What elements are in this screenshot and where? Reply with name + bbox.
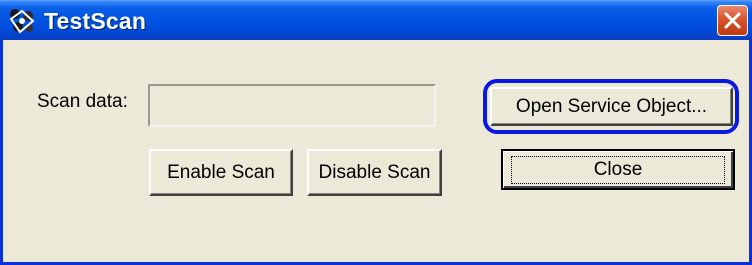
scan-data-field[interactable]: [148, 84, 436, 127]
window-close-button[interactable]: [717, 5, 748, 36]
disable-scan-button[interactable]: Disable Scan: [307, 149, 442, 196]
window-title: TestScan: [44, 8, 147, 34]
close-button-label: Close: [511, 155, 725, 184]
close-button[interactable]: Close: [501, 149, 735, 190]
enable-scan-button[interactable]: Enable Scan: [149, 149, 293, 196]
testscan-app-icon: [8, 7, 36, 35]
scan-data-label: Scan data:: [37, 91, 128, 112]
title-bar[interactable]: TestScan: [0, 0, 752, 40]
close-icon: [724, 12, 741, 29]
open-service-object-button[interactable]: Open Service Object...: [490, 87, 733, 126]
testscan-window: TestScan Scan data: Enable Scan Disable …: [0, 0, 752, 265]
